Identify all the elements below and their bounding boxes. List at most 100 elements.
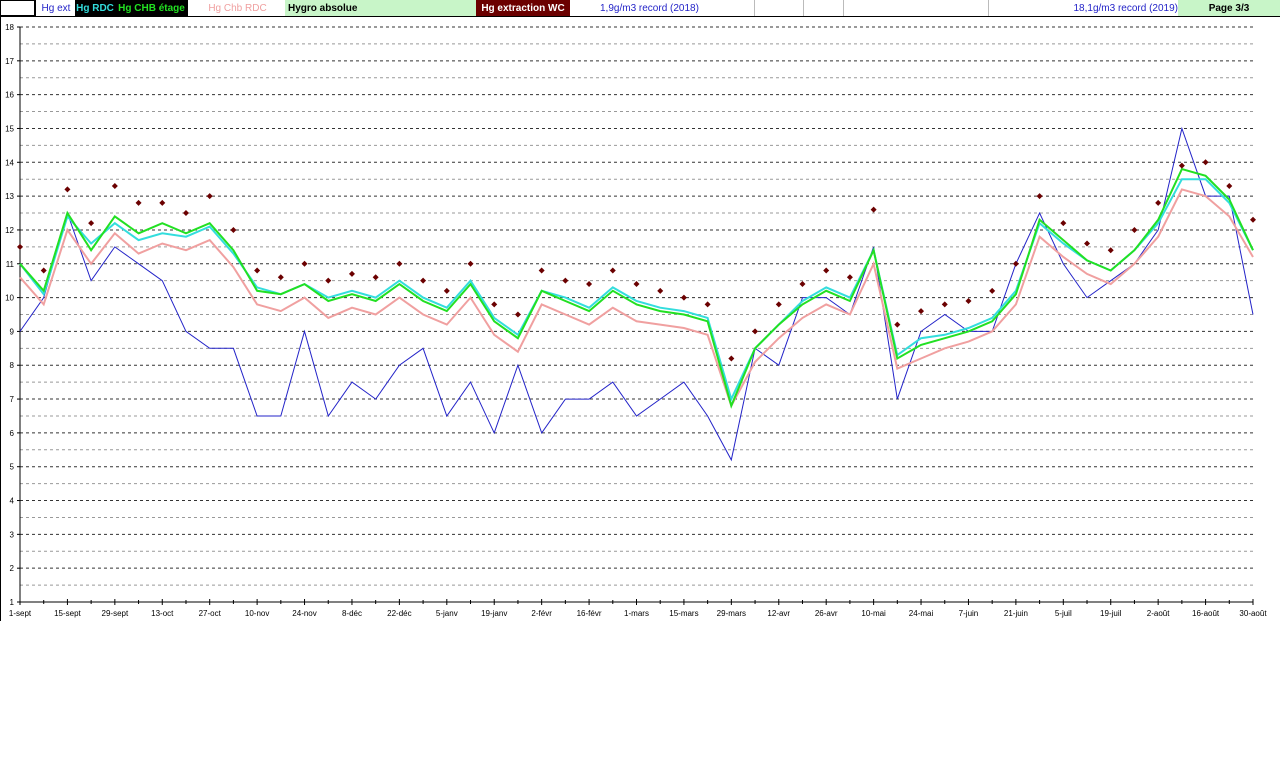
- series-wc-marker: [870, 206, 877, 213]
- x-tick-label: 22-déc: [387, 609, 411, 618]
- record-min-label: 1,9g/m3 record (2018): [600, 3, 699, 14]
- series-wc-marker: [989, 287, 996, 294]
- x-tick-label: 10-nov: [245, 609, 269, 618]
- y-tick-label: 8: [10, 361, 15, 370]
- series-wc-marker: [609, 267, 616, 274]
- x-tick-label: 27-oct: [199, 609, 222, 618]
- y-tick-label: 4: [10, 497, 15, 506]
- y-tick-label: 1: [10, 598, 15, 607]
- series-wc-marker: [396, 260, 403, 267]
- x-tick-label: 19-janv: [481, 609, 507, 618]
- series-wc-marker: [230, 226, 237, 233]
- series-wc-marker: [64, 186, 71, 193]
- series-chb-etage-line: [19, 167, 1254, 409]
- series-wc-marker: [1202, 159, 1209, 166]
- x-tick-label: 24-nov: [292, 609, 316, 618]
- x-tick-label: 29-sept: [102, 609, 129, 618]
- legend-hg-ext: Hg ext: [37, 0, 75, 16]
- series-wc-marker: [301, 260, 308, 267]
- y-tick-label: 12: [5, 226, 14, 235]
- x-tick-label: 15-sept: [54, 609, 81, 618]
- x-tick-label: 16-févr: [577, 609, 602, 618]
- series-wc-marker: [1178, 162, 1185, 169]
- series-wc-marker: [1155, 199, 1162, 206]
- series-wc-marker: [823, 267, 830, 274]
- series-chb-rdc-line: [19, 188, 1254, 409]
- y-tick-label: 17: [5, 57, 14, 66]
- series-wc-marker: [894, 321, 901, 328]
- series-wc-marker: [752, 328, 759, 335]
- x-tick-label: 5-juil: [1055, 609, 1072, 618]
- series-wc-marker: [514, 311, 521, 318]
- x-tick-label: 15-mars: [669, 609, 698, 618]
- series-wc-marker: [704, 301, 711, 308]
- chart-title: Hygro absolue: [285, 0, 476, 16]
- legend-hg-rdc: Hg RDC: [75, 0, 115, 16]
- x-tick-label: 16-août: [1192, 609, 1220, 618]
- y-tick-label: 2: [10, 564, 15, 573]
- legend-header-row: Hg ext Hg RDC Hg CHB étage Hg Chb RDC Hy…: [0, 0, 1280, 17]
- y-tick-label: 13: [5, 192, 14, 201]
- series-wc-marker: [918, 308, 925, 315]
- y-tick-label: 5: [10, 463, 15, 472]
- series-wc-marker: [40, 267, 47, 274]
- series-wc-marker: [728, 355, 735, 362]
- y-tick-label: 9: [10, 327, 15, 336]
- x-tick-label: 30-août: [1239, 609, 1267, 618]
- x-tick-label: 12-avr: [767, 609, 790, 618]
- x-tick-label: 29-mars: [717, 609, 746, 618]
- series-wc-marker: [17, 243, 23, 250]
- series-wc-marker: [420, 277, 427, 284]
- series-wc-marker: [1107, 247, 1114, 254]
- series-wc-marker: [941, 301, 948, 308]
- series-wc-marker: [633, 281, 640, 288]
- x-tick-label: 24-mai: [909, 609, 934, 618]
- series-rdc-line: [19, 178, 1254, 402]
- x-tick-label: 13-oct: [151, 609, 174, 618]
- selected-cell[interactable]: [0, 0, 36, 16]
- x-tick-label: 19-juil: [1100, 609, 1122, 618]
- record-max-label: 18,1g/m3 record (2019): [1073, 3, 1178, 14]
- series-wc-marker: [965, 297, 972, 304]
- series-wc-marker: [586, 281, 593, 288]
- series-wc-marker: [325, 277, 332, 284]
- y-tick-label: 6: [10, 429, 15, 438]
- series-wc-marker: [254, 267, 261, 274]
- series-ext-line: [19, 126, 1254, 462]
- series-wc-marker: [159, 199, 166, 206]
- series-wc-marker: [538, 267, 545, 274]
- series-wc-marker: [1131, 226, 1138, 233]
- series-wc-marker: [111, 182, 118, 189]
- y-tick-label: 18: [5, 23, 14, 32]
- series-wc-marker: [799, 281, 806, 288]
- x-tick-label: 21-juin: [1004, 609, 1028, 618]
- series-wc-marker: [491, 301, 498, 308]
- x-tick-label: 2-févr: [531, 609, 552, 618]
- series-wc-marker: [1060, 220, 1067, 227]
- y-tick-label: 10: [5, 294, 14, 303]
- series-wc-marker: [562, 277, 569, 284]
- series-wc-marker: [467, 260, 474, 267]
- y-tick-label: 11: [6, 260, 15, 269]
- x-tick-label: 10-mai: [861, 609, 886, 618]
- series-wc-marker: [846, 274, 853, 281]
- series-wc-marker: [1012, 260, 1019, 267]
- x-tick-label: 1-sept: [9, 609, 32, 618]
- legend-hg-chb-etage: Hg CHB étage: [115, 0, 188, 16]
- y-tick-label: 14: [5, 158, 14, 167]
- series-wc-marker: [443, 287, 450, 294]
- legend-hg-extraction-wc: Hg extraction WC: [476, 0, 570, 16]
- series-wc-marker: [277, 274, 284, 281]
- y-tick-label: 7: [10, 395, 15, 404]
- page-indicator: Page 3/3: [1178, 0, 1280, 16]
- series-wc-marker: [1250, 216, 1256, 223]
- hygro-chart: 1234567891011121314151617181-sept 15-sept…: [5, 23, 1267, 618]
- x-tick-label: 2-août: [1147, 609, 1170, 618]
- legend-hg-chb-rdc: Hg Chb RDC: [190, 0, 285, 16]
- series-wc-marker: [372, 274, 379, 281]
- x-tick-label: 26-avr: [815, 609, 838, 618]
- x-tick-label: 1-mars: [624, 609, 649, 618]
- x-tick-label: 5-janv: [436, 609, 458, 618]
- series-wc-marker: [1226, 182, 1233, 189]
- x-tick-label: 7-juin: [959, 609, 979, 618]
